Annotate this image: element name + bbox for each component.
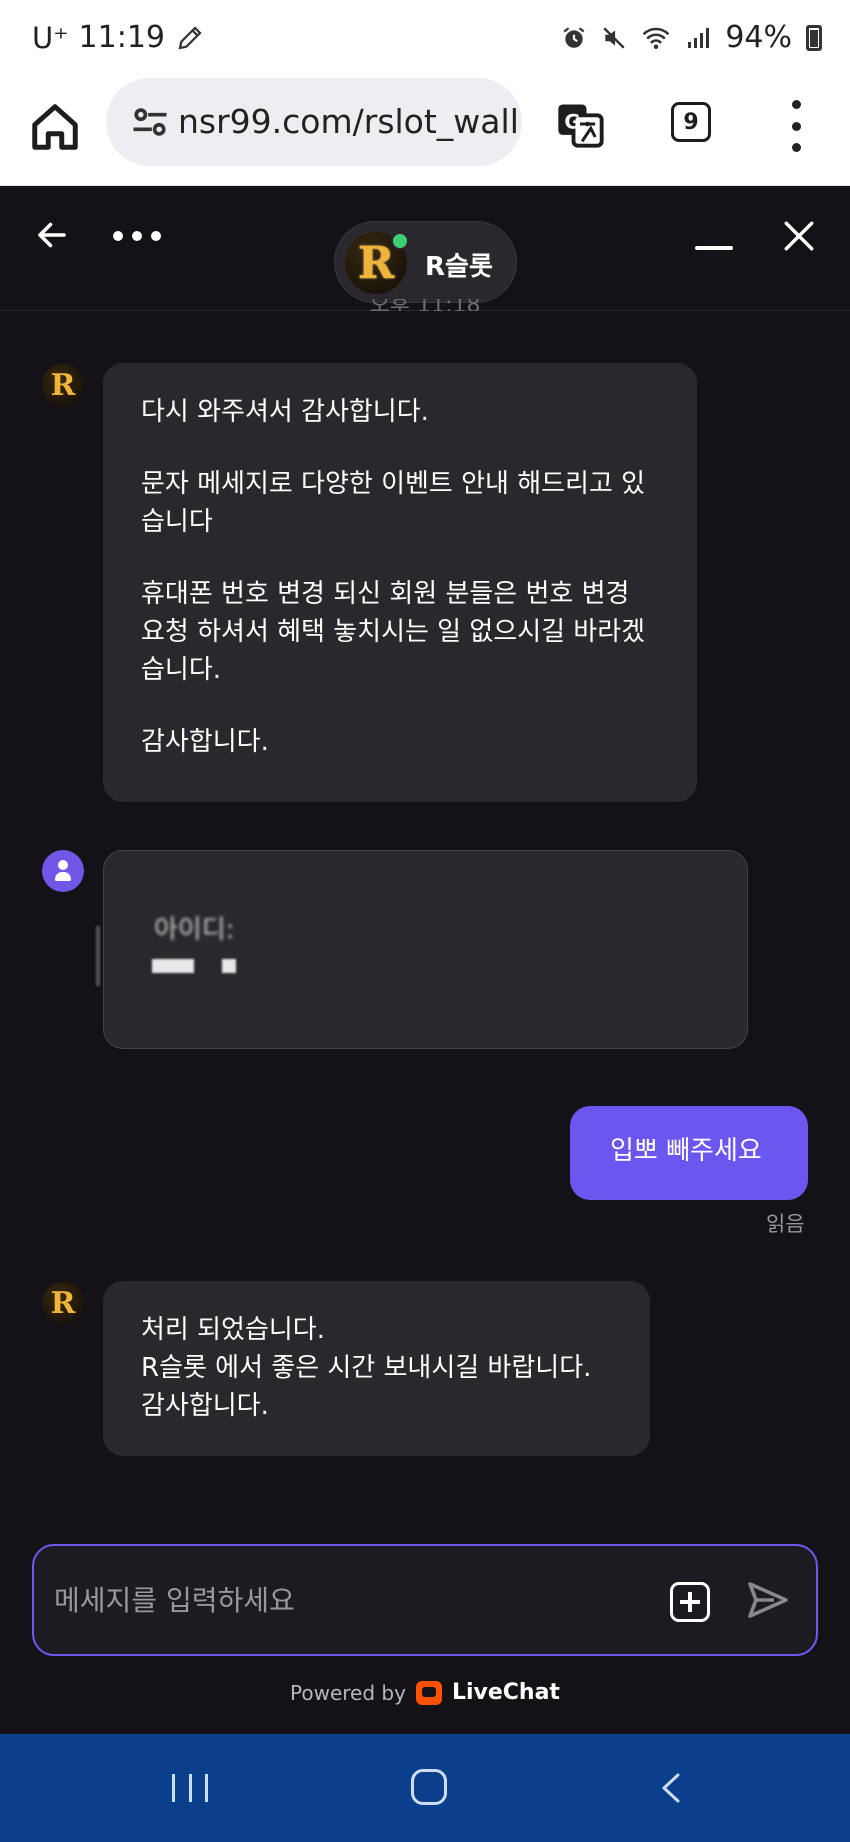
message-timestamp: 오후 11:18	[0, 299, 850, 311]
back-arrow-icon[interactable]	[32, 217, 72, 253]
home-icon[interactable]	[28, 100, 82, 154]
carrier-label: U⁺	[32, 20, 69, 55]
user-avatar	[42, 850, 84, 892]
send-icon[interactable]	[744, 1576, 792, 1624]
browser-toolbar: nsr99.com/rslot_wall G 9	[0, 78, 850, 186]
agent-avatar: R	[42, 364, 84, 406]
alarm-icon	[563, 26, 585, 48]
pen-icon	[178, 25, 202, 49]
user-message-text: 입뽀 빼주세요	[610, 1136, 762, 1166]
message-input[interactable]	[54, 1574, 654, 1626]
site-settings-icon[interactable]	[128, 100, 172, 144]
form-indicator	[96, 926, 100, 986]
chat-header: R R슬롯 오후 11:18	[0, 187, 850, 311]
tab-count: 9	[683, 109, 699, 135]
user-form-message: 아이디:	[96, 850, 748, 1049]
signal-icon	[688, 27, 710, 48]
minimize-icon[interactable]	[695, 246, 733, 250]
status-bar: U⁺ 11:19 94%	[0, 0, 850, 78]
system-navigation-bar	[0, 1734, 850, 1842]
mute-icon	[603, 26, 625, 49]
recent-apps-icon[interactable]	[172, 1774, 208, 1802]
powered-by-footer: Powered by LiveChat	[0, 1680, 850, 1705]
wifi-icon	[642, 27, 670, 49]
user-message: 입뽀 빼주세요	[570, 1106, 808, 1200]
agent-info[interactable]: R R슬롯	[334, 221, 517, 303]
status-right: 94%	[561, 20, 822, 55]
message-line: 처리 되었습니다.	[141, 1315, 325, 1345]
read-receipt: 읽음	[766, 1212, 805, 1236]
back-nav-icon[interactable]	[658, 1772, 682, 1804]
message-paragraph: 휴대폰 번호 변경 되신 회원 분들은 번호 변경 요청 하셔서 혜택 놓치시는…	[141, 579, 646, 685]
online-status-indicator	[391, 232, 409, 250]
status-left: U⁺ 11:19	[32, 20, 205, 55]
home-nav-icon[interactable]	[411, 1769, 447, 1805]
form-field-label: 아이디:	[154, 915, 235, 945]
battery-icon	[806, 24, 822, 51]
message-paragraph: 감사합니다.	[141, 727, 269, 757]
redacted-value	[222, 959, 236, 973]
redacted-value	[152, 959, 194, 973]
livechat-logo-icon	[415, 1680, 442, 1705]
address-bar[interactable]: nsr99.com/rslot_wall	[106, 78, 522, 166]
agent-avatar: R	[42, 1282, 84, 1324]
translate-icon[interactable]: G	[554, 98, 606, 150]
clock: 11:19	[78, 20, 166, 55]
powered-by-label: Powered by	[290, 1680, 406, 1705]
tab-switcher-button[interactable]: 9	[671, 102, 711, 142]
message-paragraph: 다시 와주셔서 감사합니다.	[141, 397, 429, 427]
agent-message: 처리 되었습니다. R슬롯 에서 좋은 시간 보내시길 바랍니다. 감사합니다.	[103, 1281, 650, 1456]
close-icon[interactable]	[782, 219, 816, 253]
svg-text:G: G	[564, 110, 580, 133]
message-paragraph: 문자 메세지로 다양한 이벤트 안내 해드리고 있습니다	[141, 469, 646, 537]
message-line: 감사합니다.	[141, 1391, 269, 1421]
url-text[interactable]: nsr99.com/rslot_wall	[178, 102, 519, 141]
battery-level: 94%	[725, 20, 792, 55]
message-composer	[32, 1544, 818, 1656]
browser-menu-icon[interactable]	[784, 100, 808, 152]
add-attachment-icon[interactable]	[670, 1582, 710, 1622]
more-options-icon[interactable]	[113, 231, 161, 241]
message-line: R슬롯 에서 좋은 시간 보내시길 바랍니다.	[141, 1353, 592, 1383]
agent-message: 다시 와주셔서 감사합니다. 문자 메세지로 다양한 이벤트 안내 해드리고 있…	[103, 363, 697, 802]
agent-name: R슬롯	[425, 252, 493, 282]
livechat-brand[interactable]: LiveChat	[452, 1680, 560, 1705]
